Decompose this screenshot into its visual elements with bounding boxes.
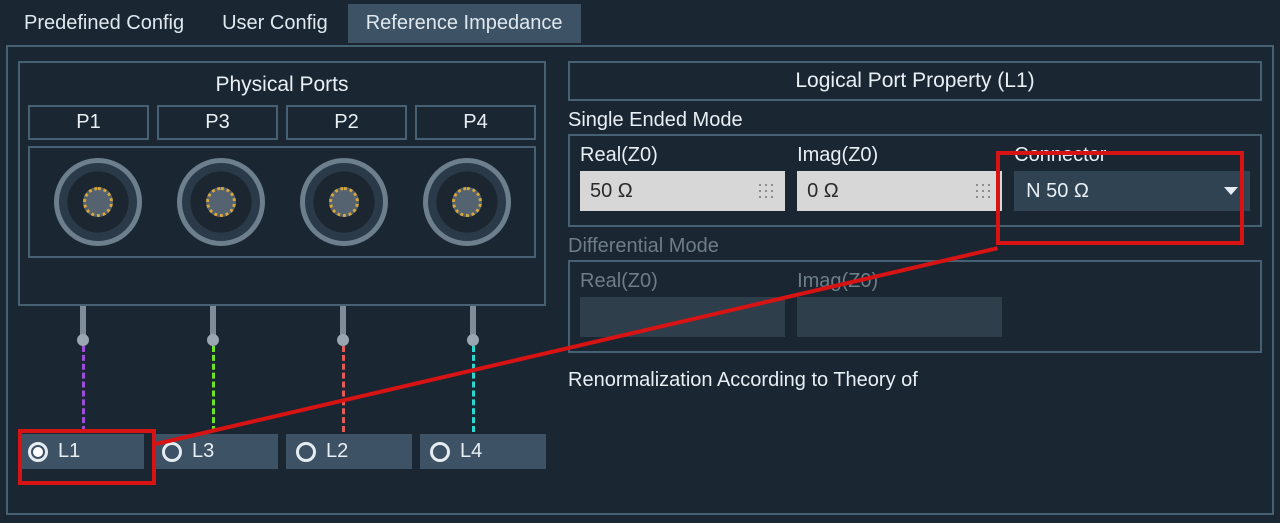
- logical-port-label: L2: [326, 440, 348, 463]
- connector-label: Connector: [1014, 144, 1250, 167]
- wire-l1: [82, 346, 85, 432]
- tab-user[interactable]: User Config: [204, 4, 346, 43]
- port-header-p4[interactable]: P4: [415, 105, 536, 140]
- wire-node: [337, 334, 349, 346]
- wire-l3: [212, 346, 215, 432]
- single-ended-box: Real(Z0) 50 Ω Imag(Z0) 0 Ω Connector: [568, 134, 1262, 227]
- keypad-icon[interactable]: [974, 182, 992, 200]
- connector-select[interactable]: N 50 Ω: [1014, 171, 1250, 211]
- logical-port-label: L1: [58, 440, 80, 463]
- wire-stub: [210, 306, 216, 336]
- connector-value: N 50 Ω: [1026, 180, 1089, 203]
- connector-center-icon: [83, 187, 113, 217]
- port-connector-p3[interactable]: [177, 158, 265, 246]
- tab-bar: Predefined Config User Config Reference …: [0, 0, 1280, 43]
- chevron-down-icon: [1224, 187, 1238, 195]
- real-z0-label: Real(Z0): [580, 144, 785, 167]
- connector-center-icon: [329, 187, 359, 217]
- logical-port-l3[interactable]: L3: [152, 434, 278, 469]
- logical-port-property-pane: Logical Port Property (L1) Single Ended …: [558, 47, 1272, 513]
- logical-port-l4[interactable]: L4: [420, 434, 546, 469]
- imag-z0-label: Imag(Z0): [797, 144, 1002, 167]
- port-connector-p1[interactable]: [54, 158, 142, 246]
- differential-mode-label: Differential Mode: [568, 235, 1262, 258]
- radio-icon: [430, 442, 450, 462]
- diff-imag-z0-input: [797, 297, 1002, 337]
- diff-real-z0-input: [580, 297, 785, 337]
- diff-imag-z0-label: Imag(Z0): [797, 270, 1002, 293]
- connector-center-icon: [452, 187, 482, 217]
- wire-stub: [340, 306, 346, 336]
- real-z0-value: 50 Ω: [590, 180, 633, 203]
- port-header-p1[interactable]: P1: [28, 105, 149, 140]
- wire-node: [207, 334, 219, 346]
- logical-port-l1[interactable]: L1: [18, 434, 144, 469]
- differential-mode-box: Real(Z0) Imag(Z0): [568, 260, 1262, 353]
- physical-ports-group: Physical Ports P1P3P2P4: [18, 61, 546, 306]
- real-z0-input[interactable]: 50 Ω: [580, 171, 785, 211]
- single-ended-label: Single Ended Mode: [568, 109, 1262, 132]
- imag-z0-input[interactable]: 0 Ω: [797, 171, 1002, 211]
- keypad-icon[interactable]: [757, 182, 775, 200]
- port-connector-p4[interactable]: [423, 158, 511, 246]
- tab-content: Physical Ports P1P3P2P4 L1 L3 L2 L4 Logical…: [6, 45, 1274, 515]
- wire-node: [467, 334, 479, 346]
- radio-icon: [28, 442, 48, 462]
- logical-port-property-title: Logical Port Property (L1): [568, 61, 1262, 101]
- port-connector-p2[interactable]: [300, 158, 388, 246]
- port-header-p3[interactable]: P3: [157, 105, 278, 140]
- tab-predefined[interactable]: Predefined Config: [6, 4, 202, 43]
- wire-node: [77, 334, 89, 346]
- diff-real-z0-label: Real(Z0): [580, 270, 785, 293]
- tab-reference-impedance[interactable]: Reference Impedance: [348, 4, 581, 43]
- wire-stub: [470, 306, 476, 336]
- wire-area: [18, 306, 546, 434]
- wire-l2: [342, 346, 345, 432]
- physical-ports-title: Physical Ports: [28, 73, 536, 97]
- wire-stub: [80, 306, 86, 336]
- logical-port-l2[interactable]: L2: [286, 434, 412, 469]
- logical-port-label: L3: [192, 440, 214, 463]
- renormalization-label: Renormalization According to Theory of: [568, 369, 1262, 392]
- connector-center-icon: [206, 187, 236, 217]
- radio-icon: [296, 442, 316, 462]
- physical-ports-pane: Physical Ports P1P3P2P4 L1 L3 L2 L4: [8, 47, 558, 513]
- logical-port-label: L4: [460, 440, 482, 463]
- imag-z0-value: 0 Ω: [807, 180, 839, 203]
- port-header-p2[interactable]: P2: [286, 105, 407, 140]
- wire-l4: [472, 346, 475, 432]
- radio-icon: [162, 442, 182, 462]
